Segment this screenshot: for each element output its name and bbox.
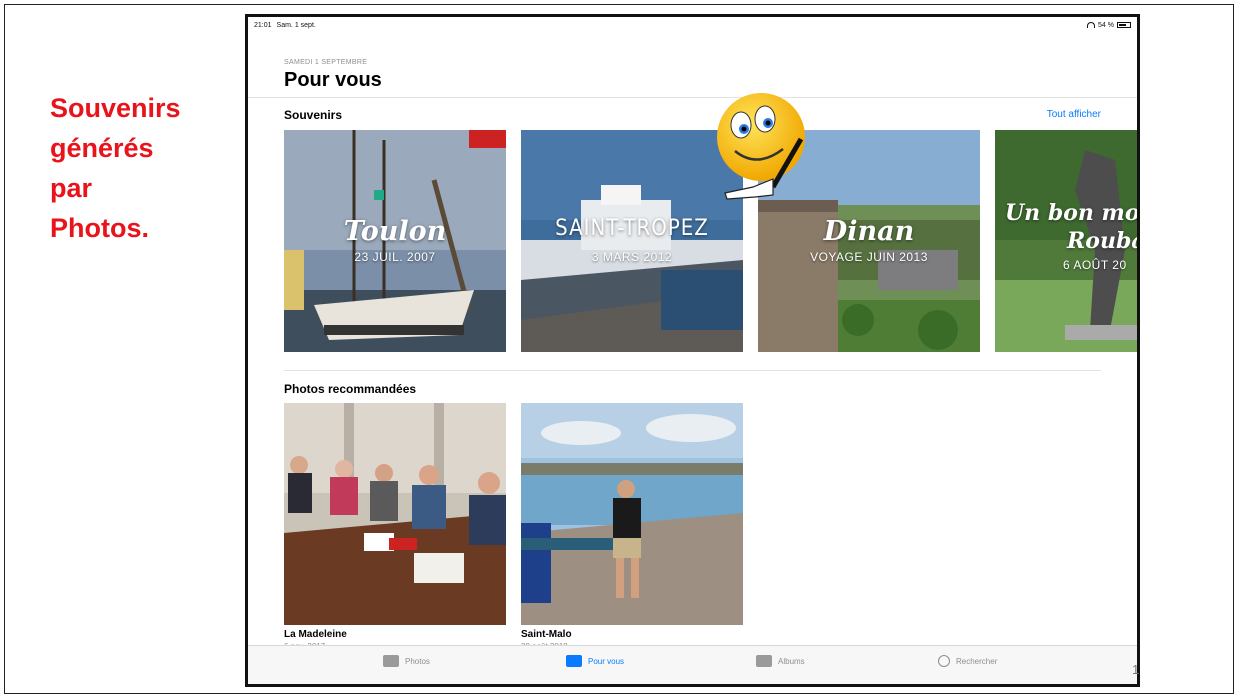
see-all-link[interactable]: Tout afficher xyxy=(1047,109,1101,120)
tab-photos[interactable]: Photos xyxy=(383,655,430,667)
memory-subtitle: 23 JUIL. 2007 xyxy=(354,250,436,264)
tab-for-you[interactable]: Pour vous xyxy=(566,655,624,667)
memory-subtitle: 3 MARS 2012 xyxy=(591,250,673,264)
memory-card-roubaix[interactable]: Un bon mon Roubai 6 AOÛT 20 xyxy=(995,130,1140,352)
memory-title: Dinan xyxy=(823,216,915,247)
photo-label: Saint-Malo xyxy=(521,629,572,640)
souvenirs-section-title: Souvenirs xyxy=(284,108,343,122)
caption-line: par xyxy=(50,173,93,203)
recommended-photo-la-madeleine[interactable] xyxy=(284,403,506,625)
caption-line: Photos. xyxy=(50,213,149,243)
battery-percent: 54 % xyxy=(1098,21,1114,29)
tab-albums[interactable]: Albums xyxy=(756,655,805,667)
memory-title: SAINT-TROPEZ xyxy=(555,216,709,241)
recommended-photo-saint-malo[interactable] xyxy=(521,403,743,625)
memory-title: Toulon xyxy=(343,216,447,247)
section-divider xyxy=(284,370,1101,371)
memory-subtitle: VOYAGE JUIN 2013 xyxy=(810,250,928,264)
slide-caption: Souvenirs générés par Photos. xyxy=(50,88,220,248)
photo-image xyxy=(521,403,743,625)
wifi-icon xyxy=(1087,22,1096,28)
caption-line: Souvenirs xyxy=(50,93,181,123)
status-bar: 21:01 Sam. 1 sept. 54 % xyxy=(248,17,1137,33)
caption-line: générés xyxy=(50,133,154,163)
status-date: Sam. 1 sept. xyxy=(276,21,316,29)
tab-bar: Photos Pour vous Albums Rechercher xyxy=(248,645,1137,684)
memory-title-line2: Roubai xyxy=(1067,228,1137,254)
tab-search[interactable]: Rechercher xyxy=(938,655,997,667)
albums-icon xyxy=(756,655,772,667)
memory-card-saint-tropez[interactable]: SAINT-TROPEZ 3 MARS 2012 xyxy=(521,130,743,352)
photos-icon xyxy=(383,655,399,667)
tab-label: Pour vous xyxy=(588,656,625,666)
ipad-screen: 21:01 Sam. 1 sept. 54 % SAMEDI 1 SEPTEMB… xyxy=(245,14,1140,687)
status-time: 21:01 xyxy=(254,21,272,29)
for-you-icon xyxy=(566,655,582,667)
header-date: SAMEDI 1 SEPTEMBRE xyxy=(284,59,368,66)
memory-subtitle: 6 AOÛT 20 xyxy=(1063,258,1127,272)
tab-label: Albums xyxy=(778,656,805,666)
pointing-smiley-icon xyxy=(717,93,805,200)
photo-label: La Madeleine xyxy=(284,629,347,640)
tab-label: Rechercher xyxy=(956,656,998,666)
recommended-section-title: Photos recommandées xyxy=(284,382,417,396)
page-title: Pour vous xyxy=(284,69,382,91)
memory-card-toulon[interactable]: Toulon 23 JUIL. 2007 xyxy=(284,130,506,352)
memory-image xyxy=(521,130,743,352)
tab-label: Photos xyxy=(405,656,430,666)
battery-icon xyxy=(1117,22,1131,28)
slide-number: 1 xyxy=(1132,662,1140,677)
header-divider xyxy=(248,97,1137,98)
photo-image xyxy=(284,403,506,625)
memory-title: Un bon mon xyxy=(1005,200,1140,226)
search-icon xyxy=(938,655,950,667)
